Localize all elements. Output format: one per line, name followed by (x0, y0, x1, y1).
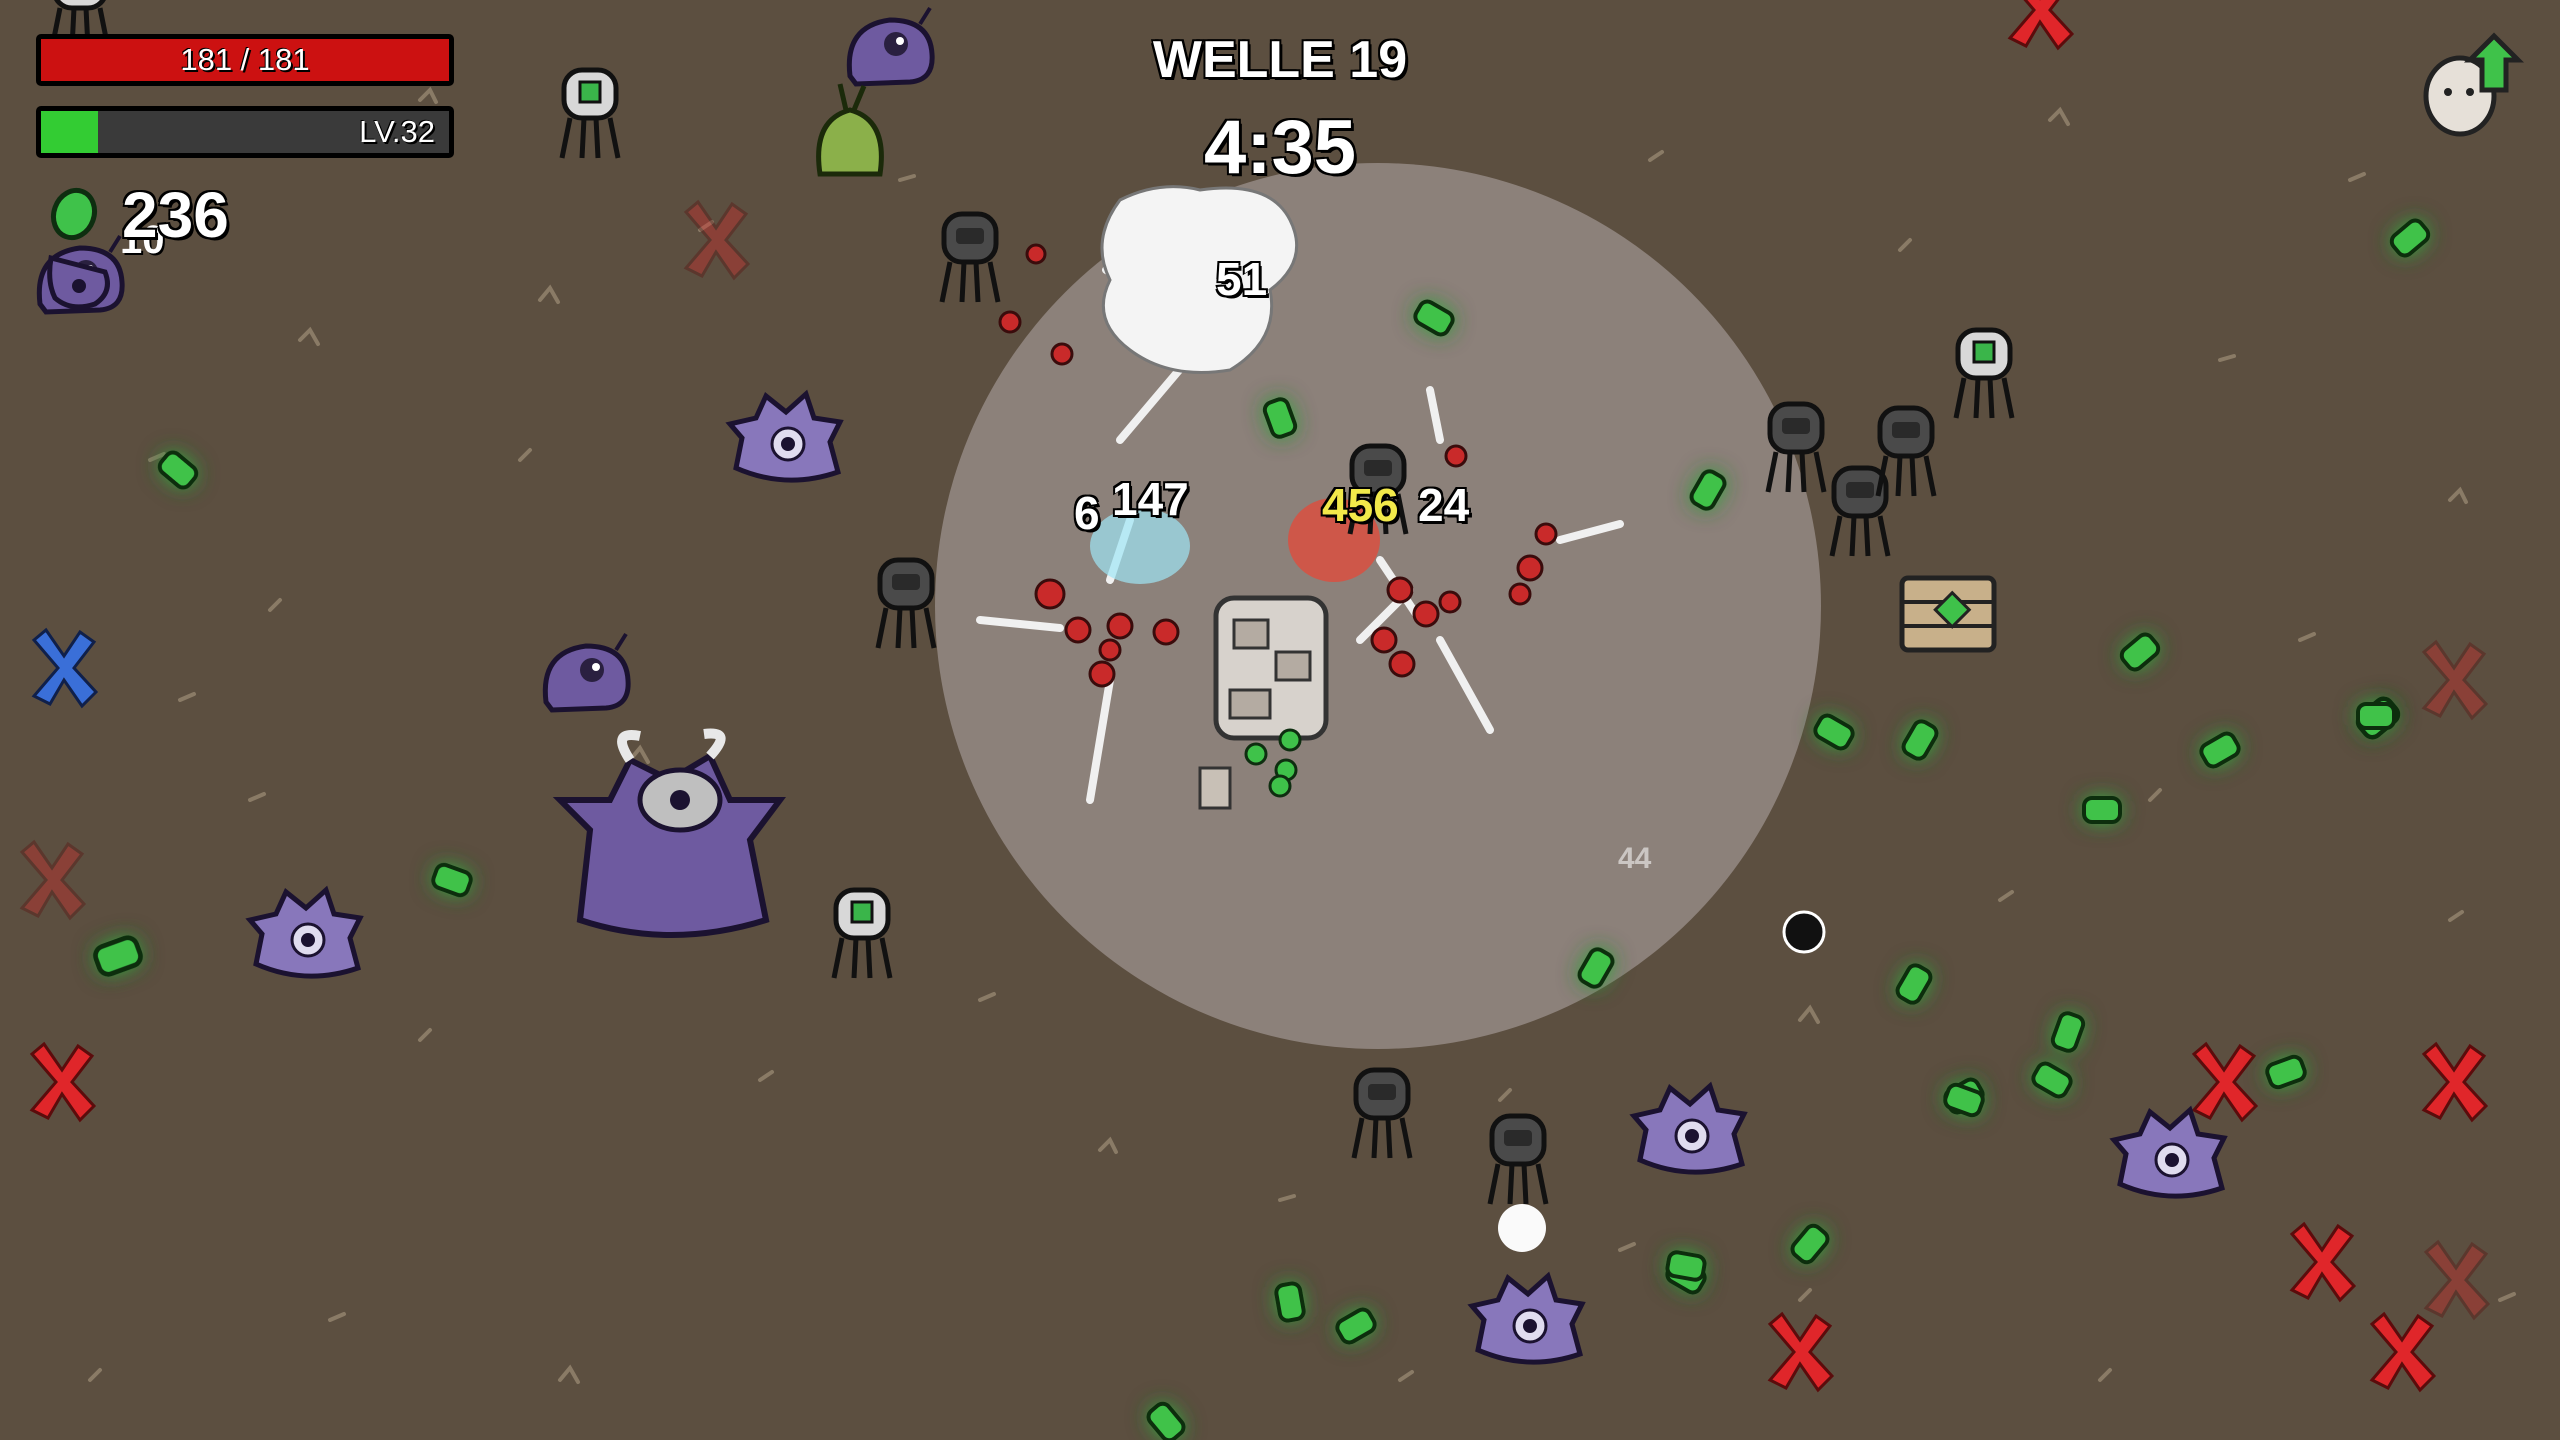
materials-count: 236 (122, 179, 229, 251)
blue-x-mark (31, 627, 99, 709)
bag-icon (47, 254, 110, 310)
wave-label: WELLE 19 (1152, 31, 1408, 89)
experience-bar-fill (41, 111, 99, 153)
black-orb (1782, 910, 1826, 954)
wave-timer: 4:35 (1203, 105, 1357, 190)
health-bar: 181 / 181 (36, 34, 454, 86)
white-orb (1498, 1204, 1546, 1252)
level-text: LV.32 (359, 114, 435, 149)
damage-number: 44 (1618, 842, 1652, 875)
damage-number: 6 (1074, 487, 1100, 539)
experience-bar: LV.32 (36, 106, 454, 158)
aoe-zone (935, 163, 1821, 1049)
materials-icon (50, 187, 98, 241)
egg-levelup-arrow-icon (2423, 32, 2525, 137)
crit-damage-number: 456 (1322, 479, 1399, 531)
damage-number: 51 (1216, 253, 1268, 305)
health-text: 181 / 181 (180, 42, 310, 77)
damage-number: 24 (1418, 479, 1470, 531)
game-arena (20, 0, 2516, 1440)
loot-crate (1899, 575, 1997, 653)
damage-number: 147 (1112, 473, 1189, 525)
